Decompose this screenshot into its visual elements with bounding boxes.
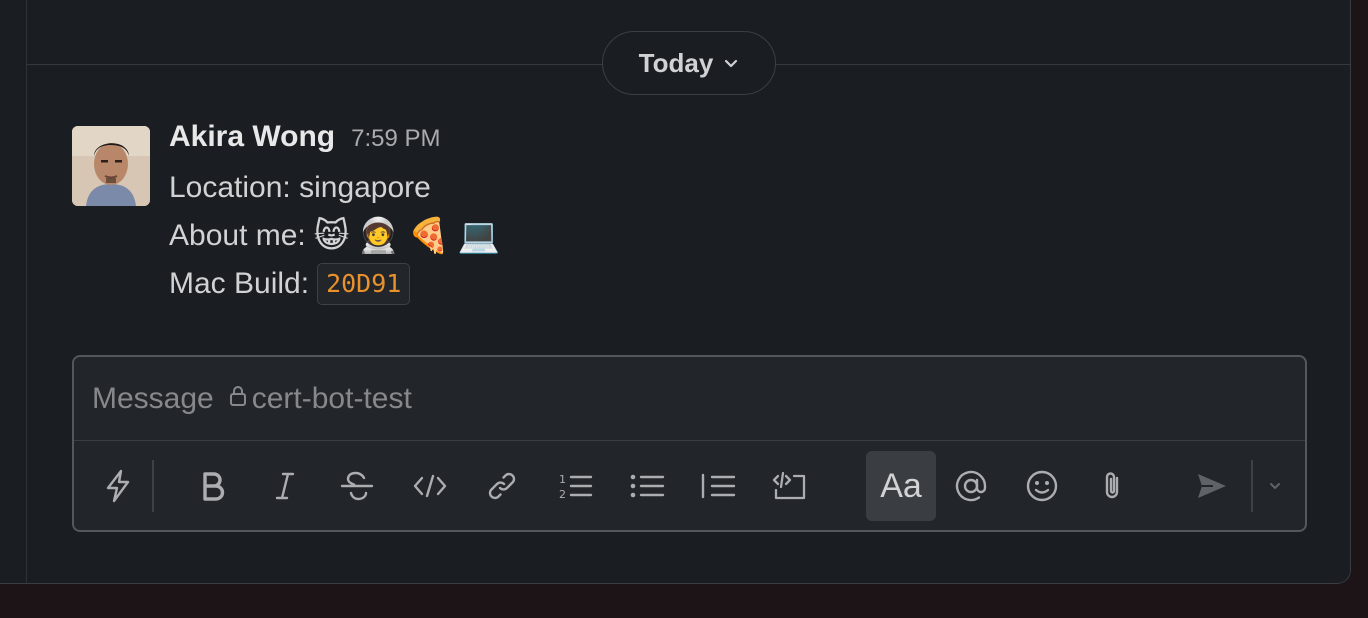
formatting-toggle-button[interactable]: Aa	[866, 451, 936, 521]
app-window: Today Akira Wong 7:59 PM Location: singa…	[0, 0, 1351, 584]
formatting-toolbar: 12 Aa	[74, 441, 1305, 530]
at-sign-icon	[954, 469, 988, 503]
shortcuts-button[interactable]	[83, 451, 153, 521]
attach-button[interactable]	[1077, 451, 1147, 521]
send-separator	[1251, 460, 1253, 512]
code-block-button[interactable]	[755, 451, 825, 521]
link-icon	[486, 470, 518, 502]
laptop-emoji[interactable]: 💻	[458, 216, 500, 256]
send-icon	[1195, 471, 1229, 501]
strikethrough-button[interactable]	[322, 451, 392, 521]
toolbar-separator	[152, 460, 154, 512]
formatting-toggle-label: Aa	[880, 466, 922, 505]
italic-icon	[272, 471, 298, 501]
send-options-button[interactable]	[1257, 451, 1293, 521]
about-line: About me: 😸 🧑‍🚀 🍕 💻	[169, 212, 500, 260]
about-label: About me:	[169, 219, 306, 252]
location-line: Location: singapore	[169, 171, 431, 204]
strikethrough-icon	[340, 471, 374, 501]
mac-build-code: 20D91	[317, 263, 411, 305]
astronaut-emoji[interactable]: 🧑‍🚀	[357, 216, 399, 256]
chevron-down-icon	[1268, 479, 1282, 493]
bold-icon	[200, 471, 226, 501]
svg-text:2: 2	[559, 488, 566, 501]
ordered-list-icon: 12	[557, 471, 593, 501]
code-button[interactable]	[395, 451, 465, 521]
message-placeholder: Message	[92, 382, 214, 415]
mac-build-label: Mac Build:	[169, 267, 310, 300]
day-divider-button[interactable]: Today	[602, 31, 776, 95]
chevron-down-icon	[723, 55, 739, 71]
paperclip-icon	[1099, 469, 1125, 503]
blockquote-button[interactable]	[683, 451, 753, 521]
lock-icon	[228, 382, 248, 416]
bulleted-list-button[interactable]	[612, 451, 682, 521]
lightning-icon	[103, 469, 133, 503]
message-pane: Today Akira Wong 7:59 PM Location: singa…	[26, 0, 1350, 583]
italic-button[interactable]	[250, 451, 320, 521]
code-block-icon	[772, 470, 808, 502]
svg-text:1: 1	[559, 473, 566, 486]
ordered-list-button[interactable]: 12	[540, 451, 610, 521]
author-name[interactable]: Akira Wong	[169, 120, 335, 154]
avatar[interactable]	[72, 126, 150, 206]
blockquote-icon	[700, 471, 736, 501]
grinning-cat-emoji[interactable]: 😸	[314, 216, 349, 256]
code-icon	[412, 473, 448, 499]
mention-button[interactable]	[936, 451, 1006, 521]
pizza-emoji[interactable]: 🍕	[408, 216, 450, 256]
channel-name: cert-bot-test	[251, 382, 412, 415]
message-composer: Message cert-bot-test 1 2 Aa	[72, 355, 1307, 532]
bold-button[interactable]	[178, 451, 248, 521]
smiley-icon	[1025, 469, 1059, 503]
send-button[interactable]	[1177, 451, 1247, 521]
message-timestamp[interactable]: 7:59 PM	[351, 125, 440, 153]
message-body: Akira Wong 7:59 PM Location: singapore A…	[169, 120, 500, 308]
bulleted-list-icon	[629, 471, 665, 501]
mac-build-line: Mac Build: 20D91	[169, 260, 500, 308]
day-divider-label: Today	[638, 47, 714, 78]
message-header: Akira Wong 7:59 PM	[169, 120, 500, 164]
link-button[interactable]	[467, 451, 537, 521]
message-input[interactable]: Message cert-bot-test	[92, 357, 412, 441]
emoji-button[interactable]	[1007, 451, 1077, 521]
